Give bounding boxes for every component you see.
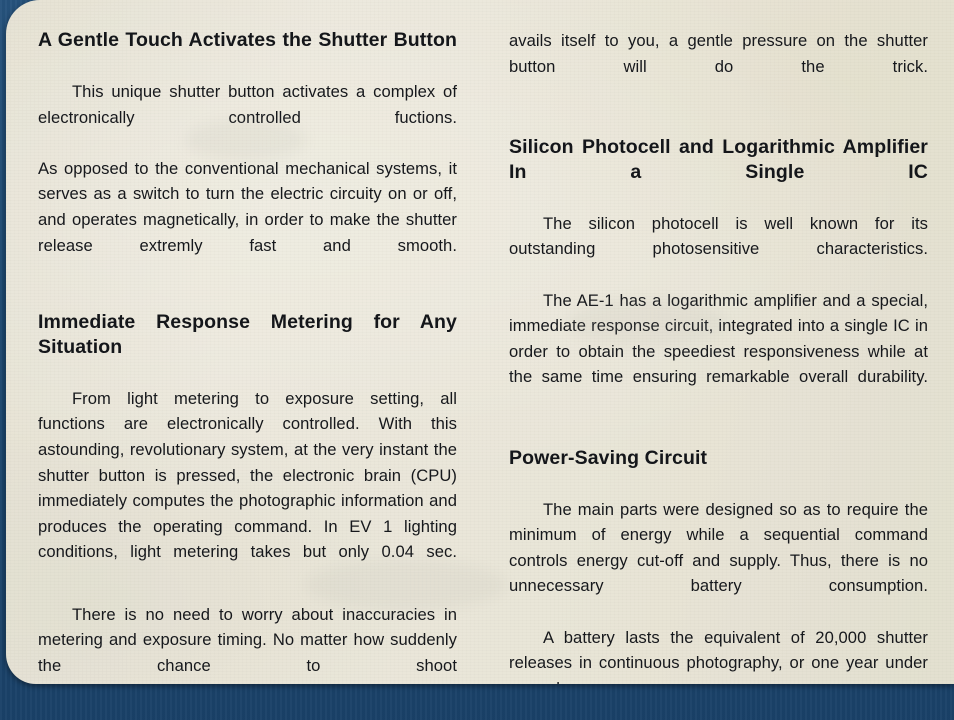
paragraph-unique-shutter-button: This unique shutter button activates a c… [38, 82, 457, 127]
right-column: avails itself to you, a gentle pressure … [509, 28, 928, 684]
heading-silicon-photocell: Silicon Photocell and Logarithmic Amplif… [509, 135, 928, 183]
heading-power-saving-circuit: Power-Saving Circuit [509, 446, 708, 469]
paragraph-from-light-metering: From light metering to exposure setting,… [38, 388, 457, 562]
two-column-text-body: A Gentle Touch Activates the Shutter But… [6, 0, 954, 684]
paragraph-ae1-logarithmic-amplifier: The AE-1 has a logarithmic amplifier and… [509, 290, 928, 387]
paragraph-as-opposed-mechanical: As opposed to the conventional mechanica… [38, 158, 457, 255]
paragraph-silicon-photocell-known: The silicon photocell is well known for … [509, 213, 928, 259]
paragraph-battery-lasts: A battery lasts the equivalent of 20,000… [509, 627, 928, 685]
paragraph-avails-itself-continuation: avails itself to you, a gentle pressure … [509, 31, 928, 76]
scanned-page-view: A Gentle Touch Activates the Shutter But… [0, 0, 954, 720]
document-page: A Gentle Touch Activates the Shutter But… [6, 0, 954, 684]
heading-gentle-touch: A Gentle Touch Activates the Shutter But… [38, 29, 457, 51]
heading-immediate-response-metering: Immediate Response Metering for Any Situ… [38, 310, 457, 358]
paragraph-no-need-to-worry: There is no need to worry about inaccura… [38, 604, 457, 675]
left-column: A Gentle Touch Activates the Shutter But… [38, 28, 457, 684]
paragraph-main-parts-designed: The main parts were designed so as to re… [509, 499, 928, 596]
